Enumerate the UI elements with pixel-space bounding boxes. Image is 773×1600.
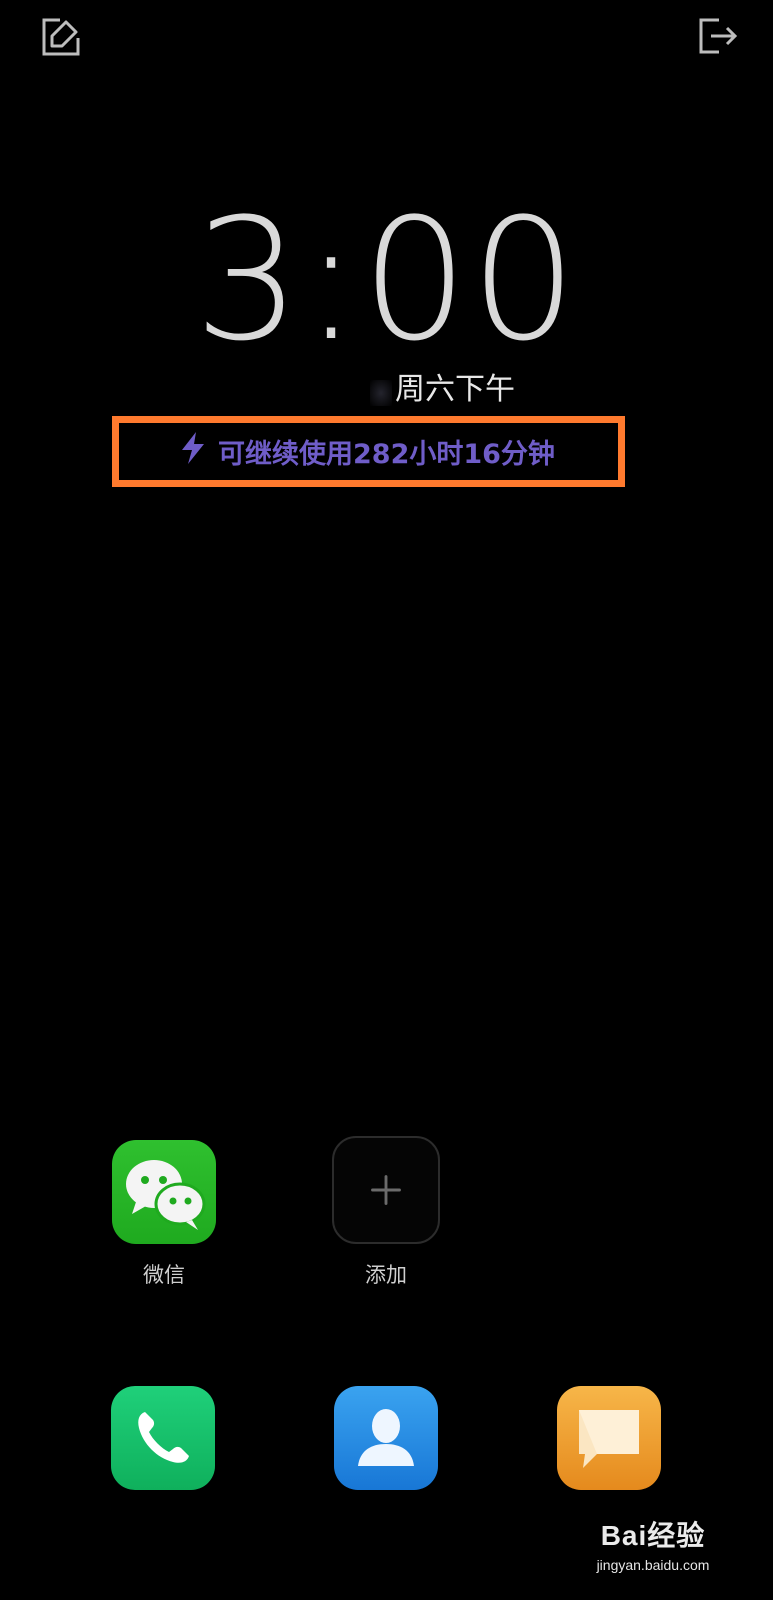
app-add[interactable]: 添加 [326, 1136, 446, 1288]
app-label-add: 添加 [365, 1263, 407, 1287]
battery-estimate-text: 可继续使用282小时16分钟 [218, 438, 555, 470]
contacts-icon[interactable] [334, 1386, 438, 1490]
watermark-sub: jingyan.baidu.com [596, 1557, 710, 1573]
wechat-icon [112, 1140, 216, 1244]
baidu-jingyan-watermark: Bai经验 jingyan.baidu.com [573, 1516, 733, 1586]
date-smudge [370, 380, 392, 406]
plus-icon [332, 1136, 440, 1244]
lockscreen-time: 3:00 [193, 182, 580, 378]
edit-icon[interactable] [38, 14, 82, 58]
app-label-wechat: 微信 [143, 1263, 185, 1287]
battery-estimate: 可继续使用282小时16分钟 [178, 425, 555, 477]
lightning-icon [178, 430, 208, 473]
app-wechat[interactable]: 微信 [104, 1140, 224, 1288]
exit-icon[interactable] [695, 14, 739, 58]
lockscreen-date: 周六下午 [395, 372, 515, 407]
messages-icon[interactable] [557, 1386, 661, 1490]
phone-icon[interactable] [111, 1386, 215, 1490]
watermark-main: Bai经验 [600, 1520, 706, 1551]
